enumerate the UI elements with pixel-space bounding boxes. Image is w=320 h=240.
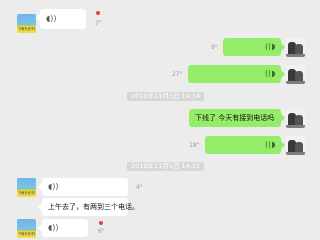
voice-wave-icon: ◖)): [264, 140, 275, 149]
avatar-caption: 下雨天也不错: [18, 27, 35, 31]
voice-wave-icon: ◖)): [264, 42, 275, 51]
avatar-self[interactable]: [286, 136, 305, 155]
voice-duration: 7": [95, 20, 102, 27]
voice-wave-icon: ◖)): [48, 182, 59, 191]
text-message[interactable]: 下线了 今天有接到电话吗: [189, 109, 285, 127]
chat-history: 下雨天也不错 ◖)) 7" ◖)) 9" ◖)) 27" 2019年11月5日 …: [0, 0, 320, 240]
text-message[interactable]: 上午去了，有两到三个电话。: [38, 198, 139, 216]
avatar-caption: 下雨天也不错: [18, 191, 35, 195]
avatar-contact[interactable]: 下雨天也不错: [17, 219, 36, 238]
timestamp: 2019年11月5日 14:14: [127, 92, 205, 101]
timestamp: 2019年11月5日 14:22: [127, 162, 205, 171]
voice-message[interactable]: ◖)): [38, 219, 88, 237]
avatar-contact[interactable]: 下雨天也不错: [17, 178, 36, 197]
voice-duration: 27": [172, 71, 183, 78]
voice-duration: 18": [189, 142, 200, 149]
avatar-contact[interactable]: 下雨天也不错: [17, 14, 36, 33]
voice-duration: 4": [136, 184, 143, 191]
voice-wave-icon: ◖)): [46, 14, 57, 23]
voice-message[interactable]: ◖)): [188, 65, 285, 83]
voice-message[interactable]: ◖)): [205, 136, 285, 154]
voice-duration: 6": [98, 228, 105, 235]
voice-message[interactable]: ◖)): [223, 38, 285, 56]
voice-wave-icon: ◖)): [264, 69, 275, 78]
avatar-self[interactable]: [286, 109, 305, 128]
avatar-self[interactable]: [286, 65, 305, 84]
avatar-self[interactable]: [286, 38, 305, 57]
avatar-caption: 下雨天也不错: [18, 232, 35, 236]
voice-message[interactable]: ◖)): [38, 178, 128, 196]
unread-dot: [99, 221, 103, 225]
voice-wave-icon: ◖)): [48, 223, 59, 232]
voice-message[interactable]: ◖)): [36, 9, 86, 29]
voice-duration: 9": [211, 44, 218, 51]
unread-dot: [96, 11, 100, 15]
